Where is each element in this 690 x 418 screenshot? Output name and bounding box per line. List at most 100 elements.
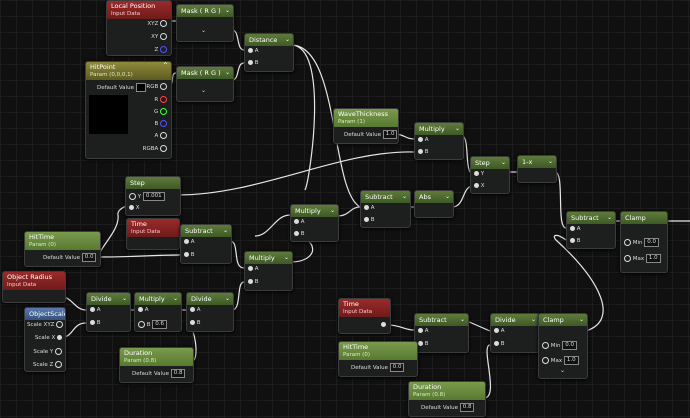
node-hittime-1[interactable]: HitTime Param (0) Default Value 0.0 [24, 231, 101, 267]
node-one-minus[interactable]: 1-x ⌄ [517, 155, 557, 183]
chevron-down-icon[interactable]: ⌄ [284, 252, 289, 264]
output-pin-xy[interactable]: XY [151, 33, 167, 40]
node-divide-1[interactable]: Divide ⌄ A B [86, 292, 131, 332]
node-divide-3[interactable]: Divide ⌄ A B [490, 313, 540, 353]
max-value-input[interactable]: 1.0 [645, 254, 661, 263]
input-pin-b[interactable]: B [190, 320, 201, 326]
node-mask-1[interactable]: Mask ( R G ) ⌄ ⌄ [176, 4, 234, 42]
input-pin-a[interactable]: A [364, 205, 375, 211]
node-step-1[interactable]: Step ⌄ Y X [470, 156, 510, 194]
color-swatch[interactable] [135, 83, 146, 92]
output-pin-rgba[interactable]: RGBA [143, 145, 167, 152]
input-pin-max[interactable]: Max 1.0 [542, 356, 579, 365]
node-mask-2[interactable]: Mask ( R G ) ⌄ ⌄ [176, 66, 234, 102]
input-pin-b[interactable]: B [364, 217, 375, 223]
chevron-down-icon[interactable]: ⌄ [225, 293, 230, 305]
node-clamp-1[interactable]: Clamp Min 0.0 Max 1.0 [620, 211, 668, 273]
node-object-scale[interactable]: ObjectScale Scale XYZ Scale X Scale Y Sc… [24, 307, 66, 372]
expand-chevron-icon[interactable]: ⌄ [201, 87, 206, 94]
node-local-position[interactable]: Local Position Input Data XYZ XY Z [106, 0, 172, 56]
min-value-input[interactable]: 0.0 [644, 238, 660, 247]
input-pin-a[interactable]: A [494, 328, 505, 334]
chevron-down-icon[interactable]: ⌄ [607, 212, 612, 224]
chevron-down-icon[interactable]: ⌄ [531, 314, 536, 326]
b-value-input[interactable]: 0.6 [152, 320, 168, 329]
input-pin-x[interactable]: X [129, 205, 140, 211]
chevron-down-icon[interactable]: ⌄ [501, 157, 506, 169]
chevron-down-icon[interactable]: ⌄ [173, 293, 178, 305]
input-pin-b[interactable]: B [248, 60, 259, 66]
output-pin-scale-z[interactable]: Scale Z [33, 361, 62, 368]
node-time-1[interactable]: Time Input Data [126, 218, 180, 250]
input-pin-a[interactable]: A [138, 307, 149, 313]
chevron-down-icon[interactable]: ⌄ [445, 191, 450, 203]
input-pin-y[interactable]: Y 0.001 [129, 192, 165, 201]
node-subtract-1[interactable]: Subtract ⌄ A B [360, 190, 411, 228]
input-pin-a[interactable]: A [418, 328, 429, 334]
chevron-down-icon[interactable]: ⌄ [122, 293, 127, 305]
input-pin-min[interactable]: Min 0.0 [624, 238, 660, 247]
output-pin-xyz[interactable]: XYZ [147, 20, 167, 27]
node-subtract-4[interactable]: Subtract ⌄ A B [414, 313, 469, 353]
node-time-2[interactable]: Time Input Data [338, 298, 391, 334]
default-value-input[interactable]: 0.8 [170, 369, 186, 378]
input-pin-a[interactable]: A [184, 239, 195, 245]
node-abs[interactable]: Abs ⌄ [414, 190, 454, 218]
output-pin-scale-xyz[interactable]: Scale XYZ [27, 321, 64, 328]
default-value-input[interactable]: 0.8 [459, 403, 475, 412]
input-pin-b[interactable]: B [184, 252, 195, 258]
input-pin-a[interactable]: A [248, 48, 259, 54]
input-pin-y[interactable]: Y [474, 171, 484, 177]
chevron-down-icon[interactable]: ⌄ [548, 156, 553, 168]
node-clamp-2[interactable]: Clamp ⌄ Min 0.0 Max 1.0 ⌄ [538, 313, 588, 379]
expand-chevron-icon[interactable]: ⌄ [201, 27, 206, 34]
input-pin-a[interactable]: A [90, 307, 101, 313]
node-subtract-2[interactable]: Subtract ⌄ A B [566, 211, 616, 249]
chevron-down-icon[interactable]: ⌄ [402, 191, 407, 203]
max-value-input[interactable]: 1.0 [563, 356, 579, 365]
chevron-down-icon[interactable]: ⌄ [223, 225, 228, 237]
collapse-icon[interactable]: ^ [163, 62, 168, 70]
node-object-radius[interactable]: Object Radius Input Data [2, 271, 66, 303]
node-wave-thickness[interactable]: WaveThickness Param (1) Default Value 1.0 [333, 108, 399, 144]
node-divide-2[interactable]: Divide ⌄ A B [186, 292, 234, 332]
chevron-down-icon[interactable]: ⌄ [455, 123, 460, 135]
default-value-input[interactable]: 1.0 [382, 130, 398, 139]
output-pin[interactable] [381, 322, 386, 327]
chevron-down-icon[interactable]: ⌄ [579, 314, 584, 326]
node-duration-1[interactable]: Duration Param (0.8) Default Value 0.8 [119, 347, 194, 383]
input-pin-b[interactable]: B 0.6 [138, 320, 168, 329]
node-duration-2[interactable]: Duration Param (0.8) Default Value 0.8 [408, 381, 486, 417]
node-multiply-1[interactable]: Multiply ⌄ A B [414, 122, 464, 160]
chevron-down-icon[interactable]: ⌄ [225, 5, 230, 17]
output-pin-scale-y[interactable]: Scale Y [33, 348, 62, 355]
input-pin-b[interactable]: B [570, 238, 581, 244]
output-pin-r[interactable]: R [154, 96, 167, 103]
node-multiply-3[interactable]: Multiply ⌄ A B [244, 251, 293, 291]
node-multiply-4[interactable]: Multiply ⌄ A B 0.6 [134, 292, 182, 332]
input-pin-a[interactable]: A [190, 307, 201, 313]
chevron-down-icon[interactable]: ⌄ [330, 205, 335, 217]
input-pin-b[interactable]: B [418, 149, 429, 155]
chevron-down-icon[interactable]: ⌄ [285, 34, 290, 46]
output-pin-b[interactable]: B [154, 120, 167, 127]
input-pin-a[interactable]: A [418, 137, 429, 143]
output-pin-g[interactable]: G [154, 108, 167, 115]
input-pin-max[interactable]: Max 1.0 [624, 254, 661, 263]
input-pin-b[interactable]: B [90, 320, 101, 326]
output-pin-rgb[interactable]: RGB [146, 83, 167, 90]
input-pin-b[interactable]: B [294, 231, 305, 237]
y-value-input[interactable]: 0.001 [142, 192, 165, 201]
output-pin-a[interactable]: A [154, 132, 167, 139]
node-subtract-3[interactable]: Subtract ⌄ A B [180, 224, 232, 264]
input-pin-b[interactable]: B [494, 341, 505, 347]
input-pin-x[interactable]: X [474, 183, 485, 189]
input-pin-min[interactable]: Min 0.0 [542, 341, 578, 350]
chevron-down-icon[interactable]: ⌄ [225, 67, 230, 79]
output-pin-scale-x[interactable]: Scale X [35, 335, 62, 341]
min-value-input[interactable]: 0.0 [562, 341, 578, 350]
input-pin-b[interactable]: B [418, 341, 429, 347]
node-distance[interactable]: Distance ⌄ A B [244, 33, 294, 72]
expand-chevron-icon[interactable]: ⌄ [560, 367, 565, 374]
default-value-input[interactable]: 0.0 [389, 363, 405, 372]
